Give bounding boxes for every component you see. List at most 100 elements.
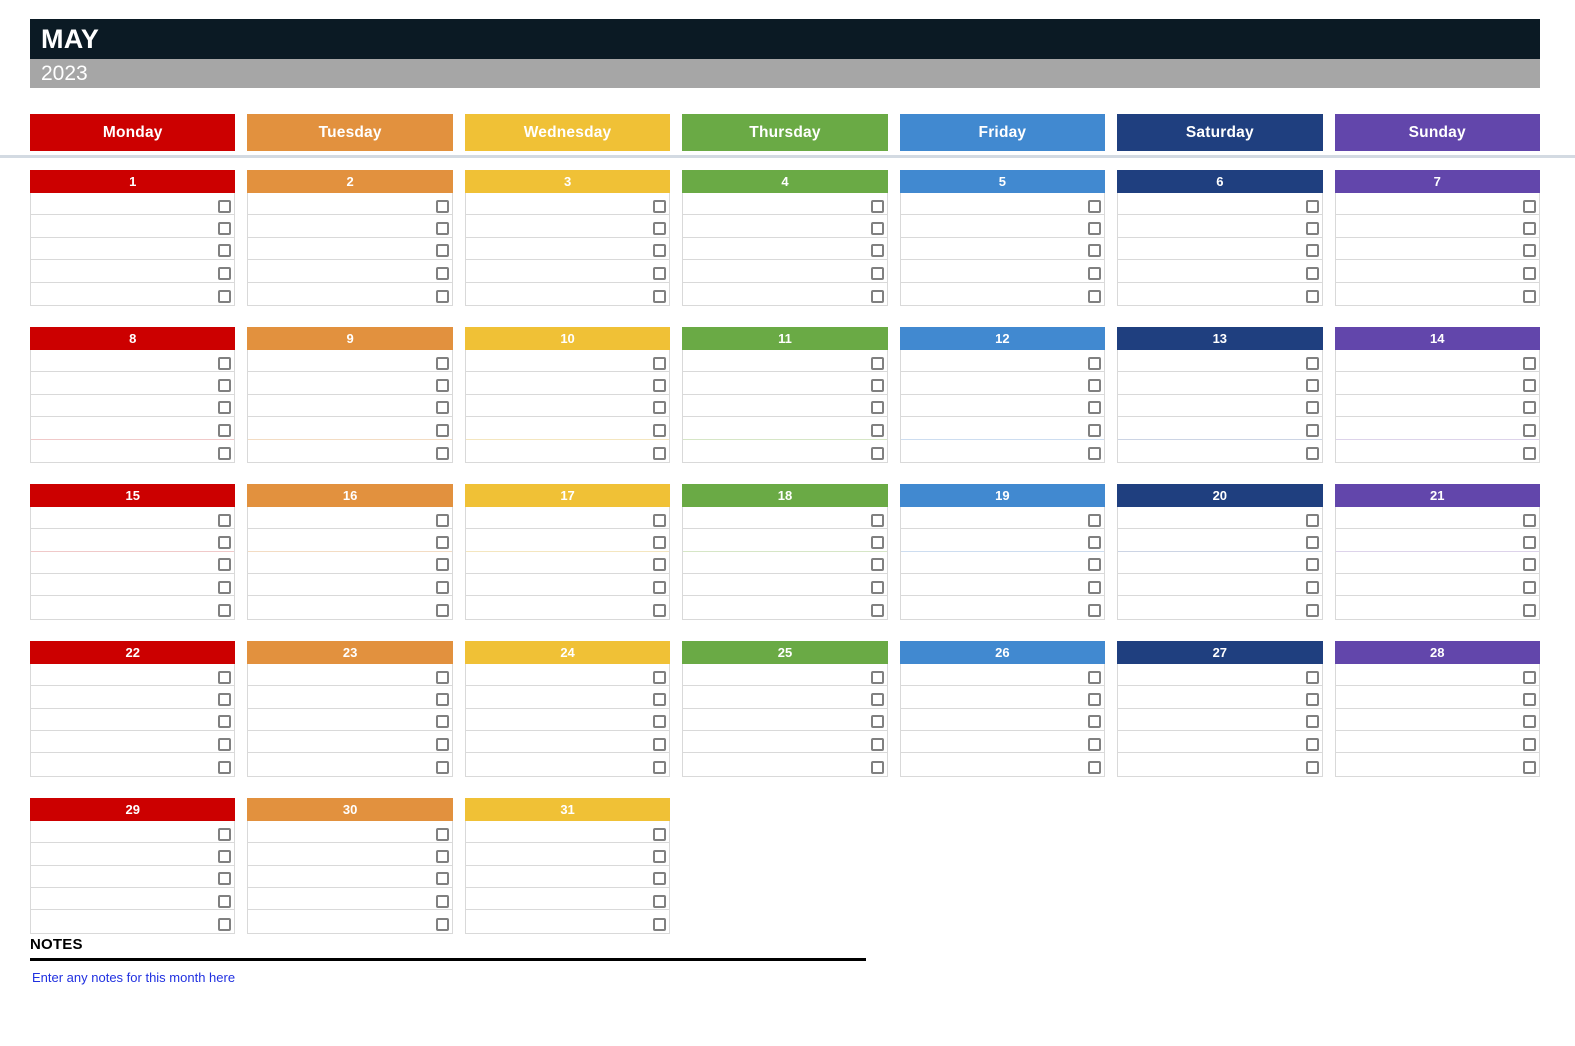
task-row[interactable] [683, 193, 887, 216]
task-row[interactable] [1335, 417, 1539, 440]
task-row[interactable] [683, 731, 887, 754]
task-row[interactable] [248, 417, 452, 440]
task-checkbox[interactable] [435, 401, 449, 415]
task-checkbox[interactable] [870, 670, 884, 684]
task-checkbox[interactable] [1522, 603, 1536, 617]
task-row[interactable] [466, 753, 669, 775]
task-checkbox[interactable] [1088, 446, 1102, 460]
task-checkbox[interactable] [435, 872, 449, 886]
day-cell-27[interactable]: 27 [1117, 640, 1323, 777]
task-checkbox[interactable] [435, 849, 449, 863]
task-checkbox[interactable] [435, 244, 449, 258]
task-checkbox[interactable] [653, 872, 667, 886]
task-row[interactable] [1118, 731, 1322, 754]
task-row[interactable] [248, 888, 452, 911]
day-cell-8[interactable]: 8 [30, 326, 236, 463]
day-cell-29[interactable]: 29 [30, 797, 236, 934]
task-row[interactable] [466, 596, 669, 618]
task-row[interactable] [31, 283, 234, 305]
task-row[interactable] [1335, 529, 1539, 552]
task-checkbox[interactable] [1088, 603, 1102, 617]
task-checkbox[interactable] [218, 446, 232, 460]
task-row[interactable] [1118, 372, 1322, 395]
task-row[interactable] [683, 215, 887, 238]
task-row[interactable] [1118, 238, 1322, 261]
task-row[interactable] [1335, 215, 1539, 238]
day-cell-30[interactable]: 30 [247, 797, 453, 934]
task-row[interactable] [248, 529, 452, 552]
day-cell-17[interactable]: 17 [464, 483, 671, 620]
task-checkbox[interactable] [435, 715, 449, 729]
task-row[interactable] [465, 260, 670, 283]
task-row[interactable] [1335, 731, 1539, 754]
task-checkbox[interactable] [435, 692, 449, 706]
task-row[interactable] [465, 193, 670, 216]
task-row[interactable] [1118, 686, 1322, 709]
task-row[interactable] [1335, 395, 1539, 418]
task-checkbox[interactable] [1522, 580, 1536, 594]
task-checkbox[interactable] [218, 692, 232, 706]
task-checkbox[interactable] [1522, 692, 1536, 706]
task-checkbox[interactable] [218, 760, 232, 774]
task-row[interactable] [31, 529, 235, 552]
task-checkbox[interactable] [1305, 423, 1319, 437]
task-row[interactable] [900, 686, 1105, 709]
task-row[interactable] [901, 440, 1104, 462]
task-checkbox[interactable] [435, 222, 449, 236]
task-row[interactable] [465, 350, 670, 373]
task-checkbox[interactable] [218, 356, 232, 370]
task-checkbox[interactable] [653, 917, 667, 931]
day-cell-23[interactable]: 23 [247, 640, 453, 777]
day-cell-21[interactable]: 21 [1334, 483, 1540, 620]
task-row[interactable] [1118, 260, 1322, 283]
task-row[interactable] [1335, 686, 1539, 709]
task-row[interactable] [248, 507, 452, 530]
day-cell-14[interactable]: 14 [1334, 326, 1540, 463]
task-checkbox[interactable] [1305, 513, 1319, 527]
task-row[interactable] [900, 731, 1105, 754]
task-row[interactable] [465, 866, 670, 888]
task-row[interactable] [683, 238, 887, 261]
task-checkbox[interactable] [870, 692, 884, 706]
task-row[interactable] [248, 260, 452, 283]
task-checkbox[interactable] [1305, 356, 1319, 370]
day-cell-4[interactable]: 4 [682, 170, 888, 306]
task-row[interactable] [900, 529, 1105, 552]
task-row[interactable] [1335, 350, 1539, 373]
task-checkbox[interactable] [1305, 266, 1319, 280]
day-cell-28[interactable]: 28 [1334, 640, 1540, 777]
task-row[interactable] [465, 664, 670, 687]
task-checkbox[interactable] [870, 760, 884, 774]
task-checkbox[interactable] [870, 580, 884, 594]
task-row[interactable] [900, 417, 1105, 440]
task-row[interactable] [900, 574, 1105, 597]
task-checkbox[interactable] [435, 379, 449, 393]
task-row[interactable] [900, 238, 1105, 261]
task-checkbox[interactable] [435, 670, 449, 684]
task-row[interactable] [465, 417, 670, 440]
task-row[interactable] [683, 350, 887, 373]
task-row[interactable] [465, 552, 670, 575]
task-checkbox[interactable] [870, 289, 884, 303]
task-checkbox[interactable] [1522, 266, 1536, 280]
task-row[interactable] [1118, 215, 1322, 238]
task-row[interactable] [465, 888, 670, 911]
task-row[interactable] [31, 395, 235, 418]
task-checkbox[interactable] [435, 760, 449, 774]
task-row[interactable] [465, 686, 670, 709]
task-checkbox[interactable] [218, 849, 232, 863]
task-row[interactable] [1118, 395, 1322, 418]
task-checkbox[interactable] [1522, 760, 1536, 774]
task-row[interactable] [1335, 372, 1539, 395]
task-row[interactable] [1118, 440, 1321, 462]
task-row[interactable] [31, 552, 235, 575]
task-checkbox[interactable] [218, 872, 232, 886]
task-row[interactable] [465, 215, 670, 238]
task-checkbox[interactable] [1305, 760, 1319, 774]
task-checkbox[interactable] [435, 827, 449, 841]
task-row[interactable] [248, 395, 452, 418]
task-checkbox[interactable] [653, 670, 667, 684]
task-checkbox[interactable] [218, 379, 232, 393]
task-row[interactable] [31, 888, 235, 911]
task-row[interactable] [1335, 260, 1539, 283]
